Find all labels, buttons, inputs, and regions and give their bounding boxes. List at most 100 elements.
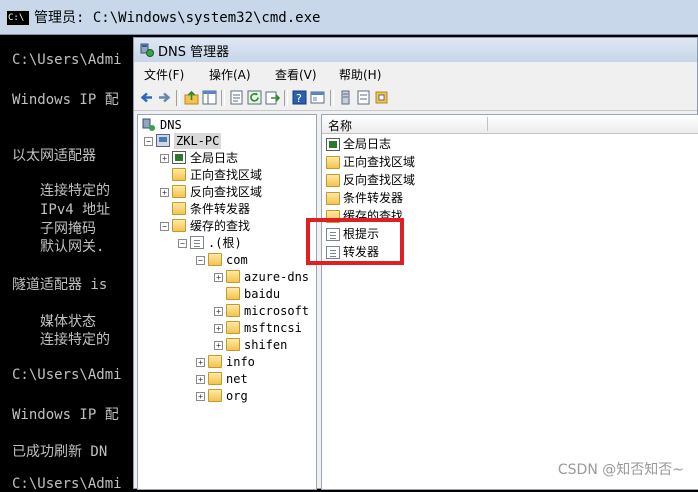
list-item-label: 全局日志 [343, 137, 392, 151]
filter-icon[interactable] [356, 90, 371, 105]
tree-label: net [226, 372, 248, 386]
console-icon[interactable] [310, 90, 325, 105]
expand-icon[interactable]: + [160, 154, 169, 163]
tree-label: azure-dns [244, 270, 310, 284]
tree-label: 正向查找区域 [190, 168, 263, 182]
menu-action[interactable]: 操作(A) [209, 66, 251, 83]
folder-icon [208, 355, 222, 368]
expand-icon[interactable]: + [214, 307, 223, 316]
refresh-icon[interactable] [247, 90, 262, 105]
list-item-label: 正向查找区域 [343, 155, 416, 169]
expand-icon[interactable]: + [160, 188, 169, 197]
cmd-line: Windows IP 配 [12, 407, 119, 423]
details-list-pane[interactable]: 名称 全局日志 正向查找区域 反向查找区域 条件转发器 缓存的查找 根提示 转发… [321, 114, 698, 490]
tree-label: 条件转发器 [190, 202, 251, 216]
tree-label: baidu [244, 287, 281, 301]
toolbar-separator [176, 90, 180, 106]
cmd-line: IPv4 地址 [40, 202, 111, 218]
expand-icon[interactable]: + [214, 324, 223, 333]
cmd-title-bar[interactable]: C:\ 管理员: C:\Windows\system32\cmd.exe [0, 0, 698, 35]
expand-icon[interactable]: + [196, 375, 205, 384]
properties-icon[interactable] [229, 90, 244, 105]
toolbar-separator [284, 90, 288, 106]
tree-label: msftncsi [244, 321, 302, 335]
folder-icon [226, 287, 240, 300]
tree-label: 反向查找区域 [190, 185, 263, 199]
cmd-line: 连接特定的 [40, 183, 110, 199]
collapse-icon[interactable]: − [160, 222, 169, 231]
zone-icon [190, 236, 204, 249]
expand-icon[interactable]: + [214, 341, 223, 350]
cmd-line: Windows IP 配 [12, 92, 119, 108]
column-divider[interactable] [487, 117, 488, 131]
folder-icon [208, 372, 222, 385]
up-icon[interactable] [184, 90, 199, 105]
folder-icon [326, 174, 340, 187]
dns-manager-icon [140, 43, 154, 57]
folder-icon [326, 156, 340, 169]
log-icon [326, 138, 340, 151]
collapse-icon[interactable]: − [178, 239, 187, 248]
help-icon[interactable]: ? [292, 90, 307, 105]
tree-label: 缓存的查找 [190, 219, 251, 233]
tree-label: info [226, 355, 255, 369]
menu-view[interactable]: 查看(V) [275, 66, 317, 83]
menu-help[interactable]: 帮助(H) [339, 66, 381, 83]
dns-window-title: DNS 管理器 [158, 45, 230, 60]
menu-file[interactable]: 文件(F) [144, 66, 184, 83]
cmd-line: 以太网适配器 [12, 148, 96, 164]
dns-root-icon [142, 118, 155, 131]
dns-title-bar[interactable]: DNS 管理器 [134, 38, 697, 62]
console-tree-pane[interactable]: DNS − ZKL-PC + 全局日志 正向查找区域 + 反向查找区域 条件转发… [137, 114, 317, 490]
tree-label: com [226, 253, 248, 267]
tree-label: DNS [160, 118, 182, 132]
collapse-icon[interactable]: − [144, 137, 153, 146]
forward-icon[interactable] [157, 90, 172, 105]
expand-icon[interactable]: + [214, 273, 223, 282]
tree-label: org [226, 389, 248, 403]
folder-icon [226, 338, 240, 351]
cmd-line: C:\Users\Admi [12, 52, 122, 68]
export-icon[interactable] [265, 90, 280, 105]
tree-label: microsoft [244, 304, 310, 318]
folder-icon [226, 321, 240, 334]
cmd-icon: C:\ [6, 10, 30, 26]
server-icon[interactable] [338, 90, 353, 105]
folder-icon [172, 168, 186, 181]
cmd-line: 连接特定的 [40, 332, 110, 348]
back-icon[interactable] [139, 90, 154, 105]
expand-icon[interactable]: + [196, 358, 205, 367]
tree-label: shifen [244, 338, 288, 352]
cmd-line: 隧道适配器 is [12, 277, 108, 293]
watermark: CSDN @知否知否~ [557, 462, 684, 478]
column-header-name[interactable]: 名称 [328, 117, 352, 134]
expand-icon[interactable]: + [196, 392, 205, 401]
folder-icon [172, 202, 186, 215]
svg-text:?: ? [296, 92, 302, 105]
menu-bar: 文件(F) 操作(A) 查看(V) 帮助(H) [134, 64, 697, 84]
tree-label: ZKL-PC [174, 133, 222, 149]
settings-icon[interactable] [374, 90, 389, 105]
tree-label: 全局日志 [190, 151, 239, 165]
tree-label: .(根) [208, 236, 242, 250]
folder-icon [172, 185, 186, 198]
log-icon [172, 151, 186, 164]
folder-icon [208, 253, 222, 266]
cmd-line: C:\Users\Admi [12, 476, 122, 492]
show-tree-icon[interactable] [202, 90, 217, 105]
cmd-line: C:\Users\Admi [12, 367, 122, 383]
folder-icon [172, 219, 186, 232]
collapse-icon[interactable]: − [196, 256, 205, 265]
cmd-window-title: 管理员: C:\Windows\system32\cmd.exe [34, 10, 321, 26]
list-item-label: 条件转发器 [343, 191, 404, 205]
toolbar-separator [221, 90, 225, 106]
server-computer-icon [156, 134, 170, 147]
folder-icon [326, 192, 340, 205]
column-header-row: 名称 [322, 115, 698, 134]
cmd-line: 子网掩码 [40, 221, 96, 237]
folder-icon [208, 389, 222, 402]
dns-manager-window: DNS 管理器 文件(F) 操作(A) 查看(V) 帮助(H) ? DNS − [133, 37, 698, 490]
list-item-label: 反向查找区域 [343, 173, 416, 187]
cmd-line: 已成功刷新 DN [12, 444, 108, 460]
highlight-box [306, 218, 404, 265]
